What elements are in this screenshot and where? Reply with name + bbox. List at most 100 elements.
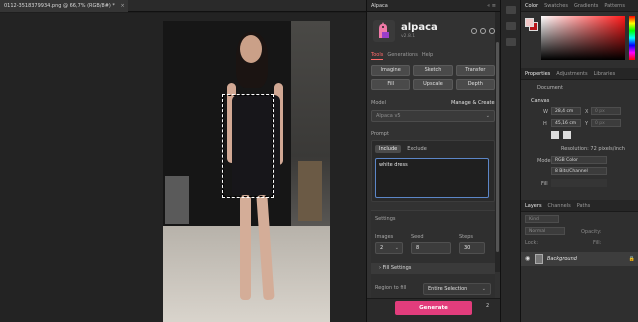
help-icon[interactable] — [471, 28, 477, 34]
region-select[interactable]: Entire Selection ⌄ — [423, 283, 491, 295]
layer-filter-select[interactable]: Kind — [525, 215, 559, 223]
model-select[interactable]: Alpaca v5 ⌄ — [371, 110, 495, 122]
images-value: 2 — [380, 245, 384, 251]
orientation-portrait-icon[interactable] — [551, 131, 559, 139]
x-field[interactable]: 0 px — [591, 107, 621, 115]
tab-exclude[interactable]: Exclude — [403, 145, 431, 153]
model-select-value: Alpaca v5 — [376, 113, 401, 119]
tab-swatches[interactable]: Swatches — [544, 3, 568, 9]
selection-marquee[interactable] — [222, 94, 274, 198]
mode-select[interactable]: RGB Color — [551, 156, 607, 164]
width-field[interactable]: 28,4 cm — [551, 107, 581, 115]
alpaca-version: v2.8.1 — [401, 34, 416, 39]
sketch-button[interactable]: Sketch — [413, 65, 453, 76]
tab-include[interactable]: Include — [375, 145, 402, 153]
prompt-box: Include Exclude white dress — [371, 140, 495, 202]
manage-create-link[interactable]: Manage & Create — [451, 100, 495, 106]
tab-tools[interactable]: Tools — [371, 52, 384, 60]
prompt-label: Prompt — [371, 131, 389, 137]
tab-gradients[interactable]: Gradients — [574, 3, 598, 9]
tab-adjustments[interactable]: Adjustments — [556, 71, 587, 77]
panel-menu-icon[interactable]: « ≡ — [487, 3, 496, 9]
y-label: Y — [585, 121, 589, 127]
y-field[interactable]: 0 px — [591, 119, 621, 127]
person-leg-left — [240, 195, 251, 300]
alpaca-logo-icon — [373, 20, 395, 42]
document-tab[interactable]: 0112-3518379934.png @ 66,7% (RGB/8#) * × — [0, 0, 128, 12]
document-tab-bar: 0112-3518379934.png @ 66,7% (RGB/8#) * × — [0, 0, 366, 12]
color-panel-tabs: Color Swatches Gradients Patterns — [521, 0, 638, 12]
settings-icon[interactable] — [480, 28, 486, 34]
history-icon[interactable] — [506, 6, 516, 14]
lock-icon: 🔒 — [628, 256, 635, 262]
hue-slider[interactable] — [629, 16, 635, 60]
settings-label: Settings — [375, 216, 396, 222]
close-icon[interactable]: × — [121, 3, 125, 9]
steps-label: Steps — [459, 234, 473, 240]
alpaca-panel-tab[interactable]: Alpaca « ≡ — [367, 0, 500, 12]
tool-grid: Imagine Sketch Transfer Fill Upscale Dep… — [371, 65, 495, 90]
bit-depth-select[interactable]: 8 Bits/Channel — [551, 167, 607, 175]
settings-section: Settings Images Seed Steps 2 ⌄ 8 30 › Fi… — [371, 210, 495, 300]
images-stepper[interactable]: 2 ⌄ — [375, 242, 403, 254]
tab-generations[interactable]: Generations — [387, 52, 418, 60]
tab-color[interactable]: Color — [525, 3, 538, 9]
alpaca-header: alpaca v2.8.1 — [373, 20, 495, 46]
seed-value: 8 — [416, 245, 420, 251]
prompt-input[interactable]: white dress — [375, 158, 489, 198]
properties-panel-tabs: Properties Adjustments Libraries — [521, 68, 638, 80]
resolution-text: Resolution: 72 pixels/inch — [561, 146, 625, 152]
fill-settings-toggle[interactable]: › Fill Settings — [371, 263, 495, 274]
scrollbar-thumb[interactable] — [496, 42, 499, 252]
tab-patterns[interactable]: Patterns — [604, 3, 625, 9]
height-field[interactable]: 45,16 cm — [551, 119, 581, 127]
steps-input[interactable]: 30 — [459, 242, 485, 254]
tab-paths[interactable]: Paths — [577, 203, 591, 209]
fill-settings-label: Fill Settings — [382, 265, 412, 271]
generate-bar: Generate 2 — [367, 298, 501, 322]
eye-icon[interactable]: ◉ — [525, 255, 532, 262]
seed-label: Seed — [411, 234, 424, 240]
brush-icon[interactable] — [506, 38, 516, 46]
fill-select[interactable] — [551, 179, 607, 187]
opacity-label: Opacity: — [581, 229, 602, 235]
tab-properties[interactable]: Properties — [525, 71, 550, 77]
blend-mode-select[interactable]: Normal — [525, 227, 565, 235]
document-tab-title: 0112-3518379934.png @ 66,7% (RGB/8#) * — [4, 3, 115, 9]
canvas-label: Canvas — [531, 98, 550, 104]
layers-panel-tabs: Layers Channels Paths — [521, 200, 638, 212]
layer-row-background[interactable]: ◉ Background 🔒 — [521, 252, 638, 266]
color-picker-field[interactable] — [541, 16, 625, 60]
depth-button[interactable]: Depth — [455, 79, 495, 90]
transfer-button[interactable]: Transfer — [455, 65, 495, 76]
orientation-landscape-icon[interactable] — [563, 131, 571, 139]
alpaca-brand: alpaca — [401, 22, 438, 33]
actions-icon[interactable] — [506, 22, 516, 30]
w-label: W — [543, 109, 548, 115]
canvas-area[interactable] — [0, 13, 366, 322]
document-label: Document — [537, 85, 563, 91]
upscale-button[interactable]: Upscale — [413, 79, 453, 90]
tab-libraries[interactable]: Libraries — [594, 71, 616, 77]
lock-label: Lock: — [525, 240, 539, 246]
header-icons — [471, 28, 495, 34]
h-label: H — [543, 121, 547, 127]
steps-value: 30 — [464, 245, 471, 251]
person-leg-right — [256, 194, 275, 301]
alpaca-panel-title: Alpaca — [371, 3, 388, 9]
tab-layers[interactable]: Layers — [525, 203, 542, 209]
tab-channels[interactable]: Channels — [548, 203, 571, 209]
tab-help[interactable]: Help — [422, 52, 433, 60]
right-dock: Color Swatches Gradients Patterns Proper… — [520, 0, 638, 322]
model-label: Model — [371, 100, 387, 106]
fill-button[interactable]: Fill — [371, 79, 411, 90]
imagine-button[interactable]: Imagine — [371, 65, 411, 76]
chevron-right-icon: › — [379, 265, 381, 271]
seed-input[interactable]: 8 — [411, 242, 451, 254]
generate-button[interactable]: Generate — [395, 301, 472, 315]
prompt-tabs: Include Exclude — [375, 145, 431, 153]
generate-count[interactable]: 2 — [486, 303, 489, 309]
foreground-color-swatch[interactable] — [525, 18, 534, 27]
layer-name[interactable]: Background — [547, 256, 577, 262]
fill-label: Fill — [541, 181, 548, 187]
